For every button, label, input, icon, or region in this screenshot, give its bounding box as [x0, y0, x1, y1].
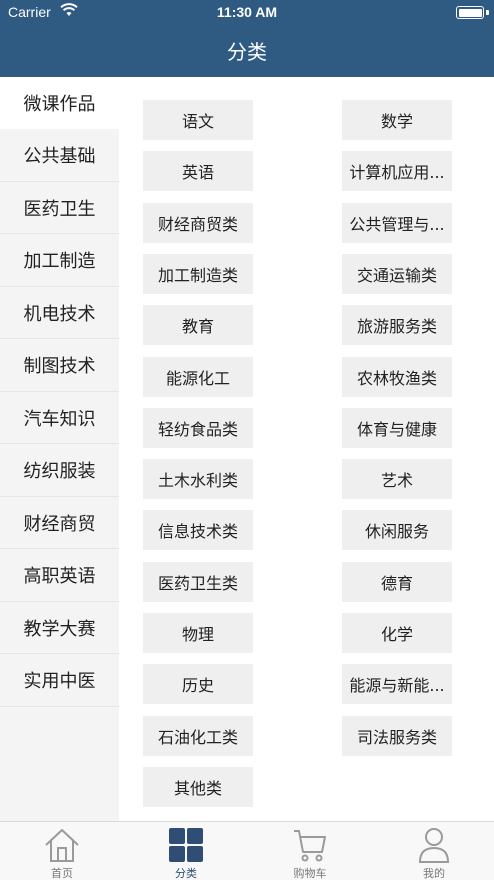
category-label: 数学 [380, 112, 413, 131]
sidebar-item[interactable]: 医药卫生 [0, 182, 119, 234]
sidebar-item[interactable]: 实用中医 [0, 654, 119, 707]
category-button[interactable]: 英语 [143, 151, 253, 192]
sidebar-item[interactable]: 加工制造 [0, 234, 119, 287]
category-button[interactable]: 德育 [342, 561, 452, 602]
sidebar-item[interactable]: 教学大赛 [0, 602, 119, 654]
sidebar-item[interactable]: 高职英语 [0, 549, 119, 602]
category-button[interactable]: 语文 [143, 100, 253, 140]
page-title: 分类 [227, 40, 267, 64]
category-button[interactable]: 司法服务类 [342, 715, 452, 756]
sidebar: 微课作品 公共基础 医药卫生 加工制造 机电技术 制图技术 汽车知识 纺织服装 财经商贸 高职英语… [0, 77, 119, 821]
category-button[interactable]: 计算机应用... [342, 151, 452, 192]
battery-cap [486, 10, 489, 15]
category-button[interactable]: 加工制造类 [143, 253, 253, 294]
category-button[interactable]: 能源化工 [143, 356, 253, 397]
category-label: 英语 [181, 163, 214, 183]
category-button[interactable]: 休闲服务 [342, 510, 452, 551]
category-label: 农林牧渔类 [356, 368, 437, 388]
category-label: 能源与新能... [349, 676, 445, 696]
category-button[interactable]: 数学 [342, 100, 452, 140]
category-label: 加工制造类 [157, 265, 238, 285]
category-grid: 语文 数学英语 计算机应用... 财经商贸类 公共管理与... 加工制造类 交通运输类教育 旅… [119, 77, 494, 821]
category-label: 医药卫生类 [157, 573, 238, 593]
category-label: 财经商贸类 [157, 214, 238, 234]
tab-bar: 首页 分类 购物车 我的 [0, 821, 494, 880]
status-bar: Carrier 11:30 AM [0, 0, 494, 26]
category-label: 其他类 [173, 778, 222, 798]
sidebar-item[interactable]: 财经商贸 [0, 497, 119, 549]
battery-icon [456, 6, 484, 19]
category-button[interactable]: 石油化工类 [143, 715, 253, 756]
category-label: 旅游服务类 [356, 317, 437, 337]
sidebar-item[interactable]: 制图技术 [0, 339, 119, 392]
clock: 11:30 AM [216, 4, 278, 20]
home-icon [45, 829, 79, 862]
category-button[interactable]: 农林牧渔类 [342, 356, 452, 397]
category-button[interactable]: 财经商贸类 [143, 202, 253, 243]
tab-home[interactable]: 首页 [0, 822, 124, 880]
category-label: 土木水利类 [157, 471, 238, 491]
category-label: 历史 [181, 676, 214, 696]
category-label: 物理 [181, 625, 214, 644]
category-label: 语文 [181, 112, 214, 131]
category-label: 轻纺食品类 [157, 419, 238, 439]
category-button[interactable]: 能源与新能... [342, 664, 452, 705]
category-label: 交通运输类 [356, 265, 437, 285]
category-button[interactable]: 历史 [143, 664, 253, 705]
category-button[interactable]: 教育 [143, 305, 253, 346]
category-label: 化学 [380, 625, 413, 644]
category-label: 艺术 [380, 471, 413, 491]
category-label: 公共管理与... [349, 214, 445, 234]
category-label: 德育 [380, 573, 413, 593]
category-label: 教育 [181, 317, 214, 337]
category-button[interactable]: 化学 [342, 613, 452, 653]
user-icon [418, 828, 450, 863]
category-button[interactable]: 旅游服务类 [342, 305, 452, 346]
category-button[interactable]: 交通运输类 [342, 253, 452, 294]
category-button[interactable]: 医药卫生类 [143, 561, 253, 602]
category-label: 信息技术类 [157, 522, 238, 542]
category-label: 司法服务类 [356, 727, 437, 747]
tab-profile[interactable]: 我的 [372, 822, 494, 880]
sidebar-item[interactable]: 微课作品 [0, 77, 119, 129]
tab-profile-label: 我的 [423, 867, 445, 880]
category-button[interactable]: 公共管理与... [342, 202, 452, 243]
category-label: 能源化工 [165, 368, 230, 388]
category-label: 休闲服务 [364, 522, 429, 542]
tab-cart[interactable]: 购物车 [248, 822, 372, 880]
sidebar-item[interactable]: 纺织服装 [0, 444, 119, 497]
category-button[interactable]: 土木水利类 [143, 459, 253, 500]
tab-home-label: 首页 [51, 867, 73, 880]
tab-category[interactable]: 分类 [124, 822, 248, 880]
category-button[interactable]: 物理 [143, 613, 253, 653]
header: Carrier 11:30 AM 分类 [0, 0, 494, 77]
category-label: 计算机应用... [349, 163, 445, 183]
category-button[interactable]: 轻纺食品类 [143, 407, 253, 448]
tab-category-label: 分类 [175, 867, 197, 880]
sidebar-item[interactable]: 汽车知识 [0, 392, 119, 444]
category-label: 体育与健康 [356, 419, 437, 439]
grid-icon [169, 828, 203, 862]
category-label: 石油化工类 [157, 727, 238, 747]
sidebar-item[interactable]: 机电技术 [0, 287, 119, 339]
category-button[interactable]: 信息技术类 [143, 510, 253, 551]
category-button[interactable]: 体育与健康 [342, 407, 452, 448]
sidebar-item[interactable]: 公共基础 [0, 129, 119, 182]
tab-cart-label: 购物车 [293, 867, 327, 880]
category-button[interactable]: 艺术 [342, 459, 452, 500]
category-button[interactable]: 其他类 [143, 766, 253, 807]
cart-icon [294, 830, 326, 862]
